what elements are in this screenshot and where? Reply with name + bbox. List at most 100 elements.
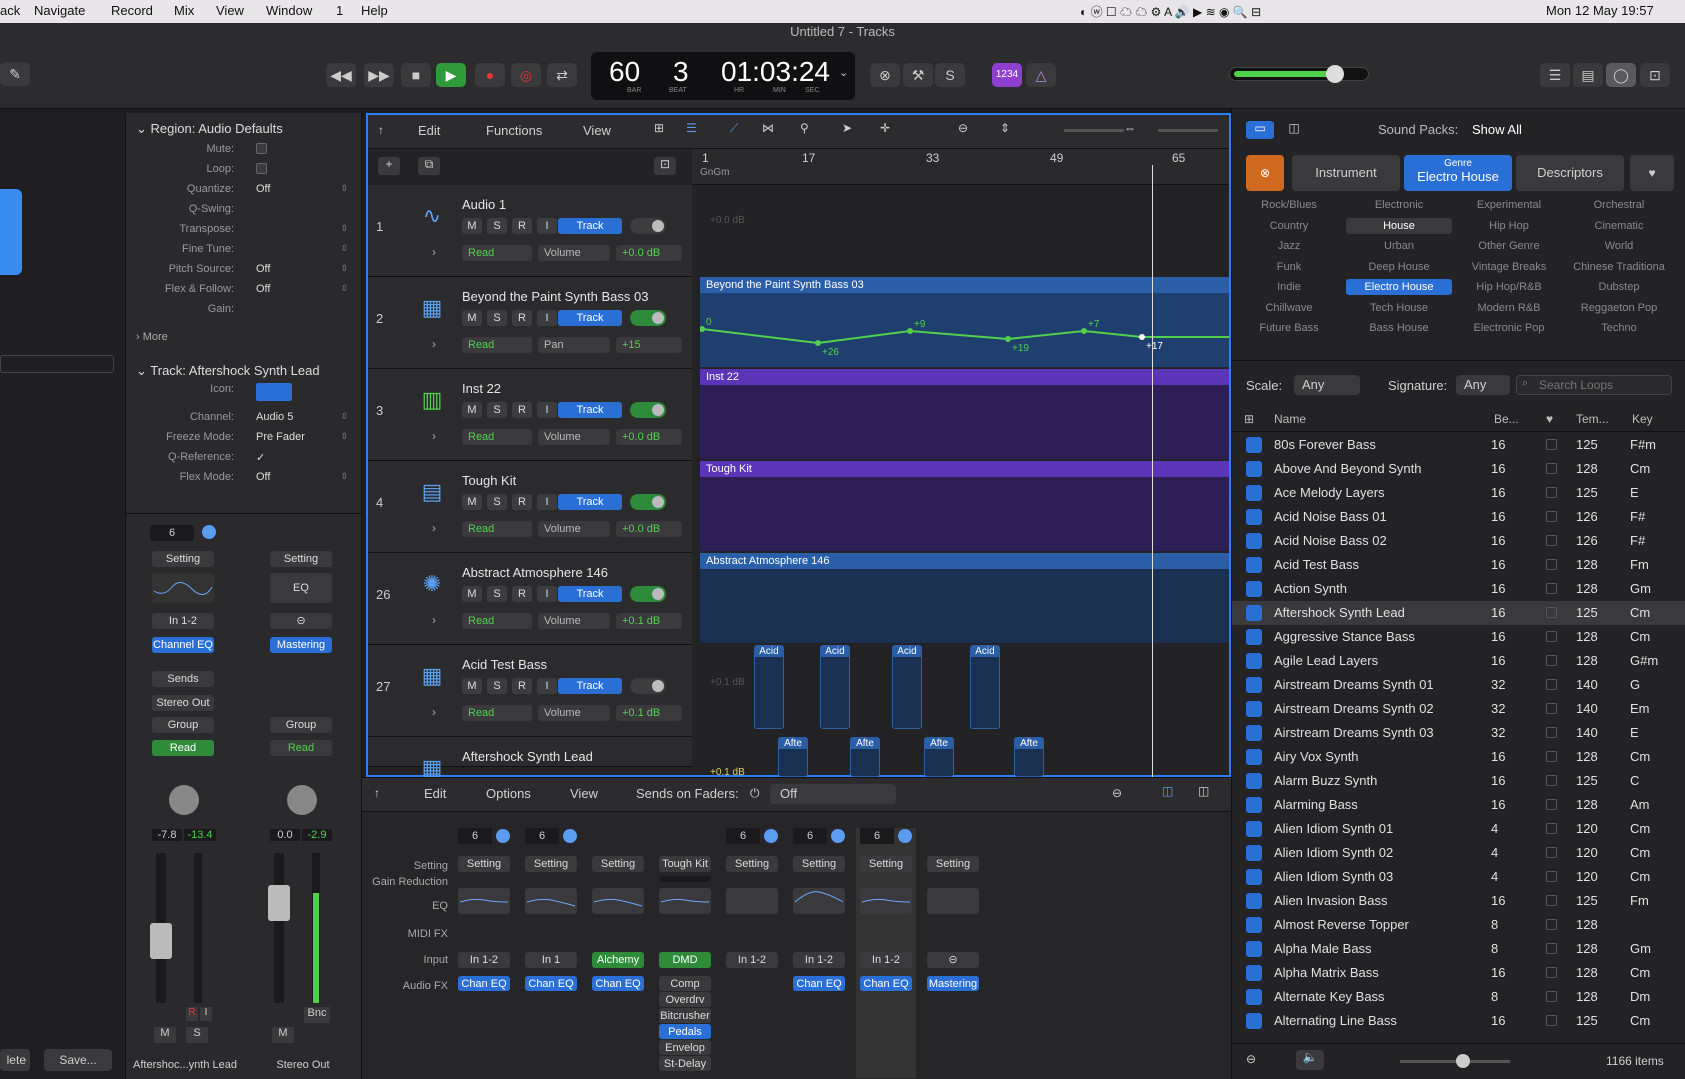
strip1-pan-dial[interactable] [169,785,199,815]
automation-mode[interactable]: Read [462,521,532,537]
stop-icon[interactable]: ■ [401,63,431,87]
track-name[interactable]: Beyond the Paint Synth Bass 03 [462,289,648,304]
channel-input[interactable]: In 1-2 [860,952,912,968]
menu-item-window[interactable]: Window [266,3,312,18]
loop-row[interactable]: Acid Test Bass 16 128 Fm [1232,553,1685,577]
track-s-button[interactable]: S [487,678,507,694]
genre-keyword[interactable]: Urban [1346,238,1452,254]
region-param-row[interactable]: Pitch Source: Off ⇳ [134,263,354,281]
genre-keyword[interactable]: Electronic [1346,197,1452,213]
partial-field[interactable] [0,355,114,373]
afte-region[interactable]: Afte [850,737,880,777]
automation-mode[interactable]: Read [462,245,532,261]
automation-value[interactable]: +15 [616,337,682,353]
region-param-row[interactable]: Q-Swing: [134,203,354,221]
track-on-toggle[interactable] [630,494,666,510]
snap-icon[interactable]: ⊖ [958,121,968,135]
sound-packs-select[interactable]: Show All [1472,122,1522,137]
loop-row[interactable]: Alarm Buzz Synth 16 125 C [1232,769,1685,793]
track-header[interactable]: 2 ▦ Beyond the Paint Synth Bass 03 M S R I Trac… [368,277,692,369]
genre-keyword[interactable]: Tech House [1346,300,1452,316]
track-button[interactable]: Track [558,494,622,510]
audio-fx-slot[interactable]: Chan EQ [860,976,912,991]
strip1-solo[interactable]: S [186,1027,208,1043]
channel-setting[interactable]: Setting [592,856,644,872]
stepper-icon[interactable]: ⇳ [340,243,348,254]
up-arrow-icon[interactable]: ↑ [374,786,380,800]
track-m-button[interactable]: M [462,402,482,418]
channel-input[interactable]: In 1 [525,952,577,968]
audio-fx-slot[interactable]: Chan EQ [592,976,644,991]
link-icon[interactable]: ⊝ [270,613,332,629]
horizontal-zoom-slider[interactable] [1158,129,1218,132]
strip1-fader[interactable] [150,923,172,959]
chevron-right-icon[interactable]: › [432,705,436,719]
search-loops-input[interactable] [1516,375,1672,395]
speaker-icon[interactable]: 🔈 [1296,1050,1324,1070]
automation-parameter[interactable]: Volume [538,521,610,537]
link-icon[interactable]: ⊝ [927,952,979,968]
track-r-button[interactable]: R [512,310,532,326]
audio-fx-slot[interactable]: Mastering [927,976,979,991]
genre-keyword[interactable]: Deep House [1346,259,1452,275]
strip1-mute[interactable]: M [154,1027,176,1043]
automation-mode[interactable]: Read [462,613,532,629]
channel-number[interactable]: 6 [793,828,827,844]
view-menu[interactable]: View [583,123,611,138]
afte-region[interactable]: Afte [778,737,808,777]
channel-input[interactable]: In 1-2 [726,952,778,968]
audio-fx-slot[interactable]: Envelop [659,1040,711,1055]
loop-row[interactable]: Aggressive Stance Bass 16 128 Cm [1232,625,1685,649]
favorite-checkbox[interactable] [1546,775,1557,786]
track-on-toggle[interactable] [630,586,666,602]
reset-icon[interactable]: ⊗ [1246,155,1284,191]
channel-setting[interactable]: Setting [927,856,979,872]
track-header[interactable]: 27 ▦ Acid Test Bass M S R I Track › Read Volume +0.… [368,645,692,737]
zoom-horizontal-icon[interactable]: ⇔ [1124,121,1136,135]
favorite-checkbox[interactable] [1546,991,1557,1002]
genre-keyword[interactable]: Funk [1236,259,1342,275]
heart-icon[interactable]: ♥ [1630,155,1674,191]
rewind-icon[interactable]: ◀◀ [326,63,356,87]
genre-keyword[interactable]: Experimental [1456,197,1562,213]
channel-number[interactable]: 6 [860,828,894,844]
favorite-checkbox[interactable] [1546,943,1557,954]
strip2-bounce[interactable]: Bnc [304,1007,330,1023]
favorite-checkbox[interactable] [1546,895,1557,906]
track-r-button[interactable]: R [512,586,532,602]
region-param-row[interactable]: Gain: [134,303,354,321]
track-button[interactable]: Track [558,586,622,602]
power-icon[interactable]: ⏻ [750,786,760,801]
notepad-icon[interactable]: ▤ [1573,63,1603,87]
track-header[interactable]: 1 ∿ Audio 1 M S R I Track › Read Volume +0.0 dB [368,185,692,277]
region-param-row[interactable]: Mute: [134,143,354,161]
channel-setting[interactable]: Tough Kit [659,856,711,872]
track-button[interactable]: Track [558,218,622,234]
automation-mode[interactable]: Read [462,429,532,445]
track-on-toggle[interactable] [630,678,666,694]
channel-input[interactable]: DMD [659,952,711,968]
favorite-checkbox[interactable] [1546,535,1557,546]
list-icon[interactable]: ☰ [686,121,697,135]
loop-row[interactable]: Above And Beyond Synth 16 128 Cm [1232,457,1685,481]
automation-icon[interactable]: ⟋ [730,121,738,136]
genre-tab[interactable]: Genre Electro House [1404,155,1512,191]
autopunch-icon[interactable]: ⊗ [870,63,900,87]
genre-keyword[interactable]: Jazz [1236,238,1342,254]
strip1-input-monitor[interactable]: I [200,1007,212,1021]
catch-icon[interactable]: ⚲ [800,121,809,135]
solo-icon[interactable]: S [935,63,965,87]
favorite-checkbox[interactable] [1546,1015,1557,1026]
param-value[interactable]: ✓ [256,451,265,464]
region-param-row[interactable]: Transpose: ⇳ [134,223,354,241]
heart-icon[interactable]: ♥ [1546,412,1553,426]
stepper-icon[interactable]: ⇳ [340,183,348,194]
track-m-button[interactable]: M [462,310,482,326]
acid-region[interactable]: Acid [892,645,922,729]
channel-setting[interactable]: Setting [860,856,912,872]
strip1-number[interactable]: 6 [150,525,194,541]
track-i-button[interactable]: I [537,310,557,326]
strip2-mastering[interactable]: Mastering [270,637,332,653]
favorite-checkbox[interactable] [1546,727,1557,738]
color-icon[interactable]: ⊞ [1244,412,1254,426]
